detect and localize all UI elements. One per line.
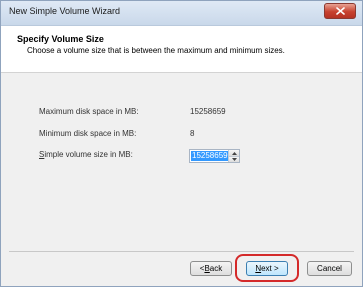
title-bar: New Simple Volume Wizard [1, 1, 362, 26]
wizard-header: Specify Volume Size Choose a volume size… [1, 26, 362, 73]
page-subtitle: Choose a volume size that is between the… [27, 46, 285, 55]
close-button[interactable] [324, 3, 356, 19]
spin-down-button[interactable] [229, 156, 239, 162]
chevron-down-icon [231, 158, 237, 161]
page-title: Specify Volume Size [17, 34, 104, 44]
volume-size-input[interactable]: 15258659 [191, 151, 229, 161]
next-button-highlight [235, 254, 299, 282]
footer-divider [9, 251, 354, 252]
cancel-button[interactable]: Cancel [307, 261, 352, 276]
wizard-window: New Simple Volume Wizard Specify Volume … [0, 0, 363, 287]
back-button[interactable]: < Back [190, 261, 232, 276]
min-size-label: Minimum disk space in MB: [39, 129, 137, 138]
wizard-content: Maximum disk space in MB: 15258659 Minim… [1, 73, 362, 251]
spin-buttons [228, 150, 239, 162]
volume-size-spinbox[interactable]: 15258659 [189, 149, 240, 163]
close-icon [335, 7, 345, 15]
max-size-label: Maximum disk space in MB: [39, 107, 139, 116]
volume-size-label: Simple volume size in MB: [39, 150, 133, 159]
max-size-value: 15258659 [190, 107, 226, 116]
chevron-up-icon [231, 151, 237, 155]
window-title: New Simple Volume Wizard [9, 6, 121, 16]
min-size-value: 8 [190, 129, 195, 138]
